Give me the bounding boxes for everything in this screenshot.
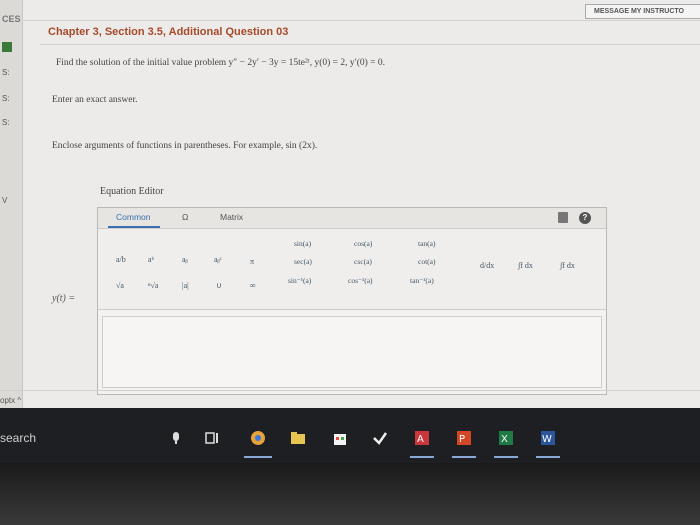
question-title: Chapter 3, Section 3.5, Additional Quest…	[48, 26, 289, 38]
definite-integral-button[interactable]: ∫f dx	[560, 261, 575, 270]
access-app-icon[interactable]: A	[414, 430, 430, 446]
trash-icon[interactable]	[558, 212, 568, 223]
pi-button[interactable]: π	[250, 257, 254, 266]
integral-button[interactable]: ∫f dx	[518, 261, 533, 270]
laptop-bezel	[0, 463, 700, 525]
sub-superscript-button[interactable]: aᵦᶜ	[214, 255, 222, 264]
title-divider	[40, 44, 700, 45]
cot-button[interactable]: cot(a)	[418, 257, 436, 266]
sidebar-item[interactable]: S:	[2, 68, 10, 77]
tan-button[interactable]: tan(a)	[418, 239, 436, 248]
arctan-button[interactable]: tan⁻¹(a)	[410, 276, 434, 285]
cos-button[interactable]: cos(a)	[354, 239, 372, 248]
download-optx-button[interactable]: optx ^	[0, 396, 21, 405]
word-icon[interactable]: W	[540, 430, 556, 446]
excel-active-indicator	[494, 456, 518, 458]
infinity-button[interactable]: ∞	[250, 281, 256, 290]
enclose-arguments-note: Enclose arguments of functions in parent…	[52, 141, 318, 151]
csc-button[interactable]: csc(a)	[354, 257, 372, 266]
powerpoint-active-indicator	[452, 456, 476, 458]
answer-label: y(t) =	[52, 293, 76, 304]
derivative-button[interactable]: d/dx	[480, 261, 494, 270]
sidebar-header-label: CES	[2, 14, 21, 24]
sec-button[interactable]: sec(a)	[294, 257, 312, 266]
help-icon[interactable]: ?	[579, 212, 591, 224]
page-bottom-divider	[0, 390, 700, 391]
equation-editor-label: Equation Editor	[100, 186, 164, 197]
active-tab-indicator	[108, 226, 160, 228]
tab-matrix[interactable]: Matrix	[220, 212, 243, 222]
excel-icon[interactable]: X	[498, 430, 514, 446]
exact-answer-note: Enter an exact answer.	[52, 95, 138, 105]
store-icon[interactable]	[332, 430, 348, 446]
svg-text:A: A	[417, 434, 424, 445]
arcsin-button[interactable]: sin⁻¹(a)	[288, 276, 311, 285]
sin-button[interactable]: sin(a)	[294, 239, 311, 248]
windows-taskbar: search A P X W	[0, 408, 700, 463]
symbol-palette: a/b aᵇ aᵦ aᵦᶜ π √a ⁿ√a |a| ∪ ∞ sin(a) se…	[98, 229, 606, 310]
file-explorer-icon[interactable]	[290, 430, 306, 446]
task-view-icon[interactable]	[204, 430, 220, 446]
answer-input[interactable]	[102, 316, 602, 388]
sidebar-item[interactable]: V	[2, 196, 7, 205]
svg-text:W: W	[542, 434, 552, 445]
chrome-active-indicator	[244, 456, 272, 458]
powerpoint-icon[interactable]: P	[456, 430, 472, 446]
left-sidebar: CES S: S: S: V	[0, 0, 23, 408]
fraction-button[interactable]: a/b	[116, 255, 126, 264]
message-instructor-button[interactable]: MESSAGE MY INSTRUCTO	[585, 4, 700, 19]
taskbar-search[interactable]: search	[0, 431, 36, 445]
nth-root-button[interactable]: ⁿ√a	[148, 281, 158, 290]
absolute-value-button[interactable]: |a|	[182, 281, 189, 290]
checkmark-app-icon[interactable]	[372, 430, 388, 446]
tab-common[interactable]: Common	[116, 212, 150, 222]
equation-editor: Common Ω Matrix ? a/b aᵇ aᵦ aᵦᶜ π √a ⁿ√a…	[97, 207, 607, 395]
arccos-button[interactable]: cos⁻¹(a)	[348, 276, 373, 285]
sidebar-item[interactable]: S:	[2, 118, 10, 127]
question-prompt: Find the solution of the initial value p…	[56, 58, 386, 68]
sqrt-button[interactable]: √a	[116, 281, 124, 290]
chrome-icon[interactable]	[250, 430, 266, 446]
browser-page: CES S: S: S: V MESSAGE MY INSTRUCTO Chap…	[0, 0, 700, 408]
svg-text:X: X	[501, 434, 508, 445]
union-button[interactable]: ∪	[216, 281, 222, 290]
header-divider	[22, 20, 700, 21]
word-active-indicator	[536, 456, 560, 458]
microphone-icon[interactable]	[168, 430, 184, 446]
subscript-button[interactable]: aᵦ	[182, 255, 188, 264]
access-active-indicator	[410, 456, 434, 458]
power-button[interactable]: aᵇ	[148, 255, 154, 264]
sidebar-green-marker	[2, 42, 12, 52]
sidebar-item[interactable]: S:	[2, 94, 10, 103]
svg-text:P: P	[459, 434, 465, 445]
tab-omega[interactable]: Ω	[182, 212, 188, 222]
editor-tab-bar: Common Ω Matrix ?	[98, 208, 606, 229]
